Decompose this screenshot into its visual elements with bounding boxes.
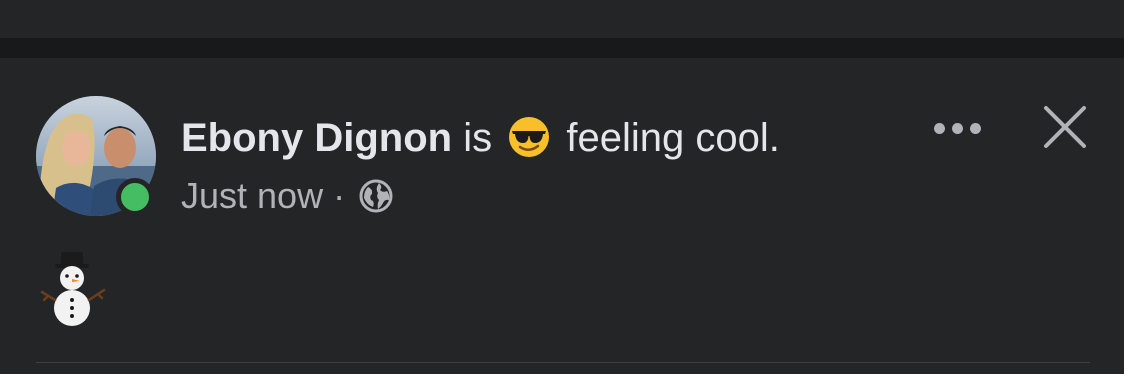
sunglasses-emoji-icon — [509, 117, 550, 157]
activity-prefix: is — [463, 116, 493, 160]
post-header: Ebony Dignon is feeling cool. — [181, 114, 780, 162]
online-status-indicator — [116, 178, 154, 216]
author-name[interactable]: Ebony Dignon — [181, 116, 452, 160]
post-card: Ebony Dignon is feeling cool. Just now · — [0, 58, 1124, 374]
close-icon[interactable] — [1040, 102, 1090, 152]
snowman-emoji-icon — [40, 252, 106, 326]
more-options-button[interactable] — [926, 110, 988, 146]
top-bar — [0, 0, 1124, 38]
more-options-icon-dot — [969, 122, 981, 134]
more-options-icon-dot — [951, 122, 963, 134]
feed-separator — [0, 38, 1124, 58]
post-meta: Just now · — [181, 174, 393, 218]
timestamp[interactable]: Just now — [181, 175, 323, 216]
more-options-icon-dot — [933, 122, 945, 134]
globe-icon[interactable] — [359, 179, 393, 213]
post-divider — [36, 362, 1090, 363]
meta-separator: · — [333, 175, 346, 216]
feeling-text[interactable]: feeling cool. — [566, 116, 779, 160]
